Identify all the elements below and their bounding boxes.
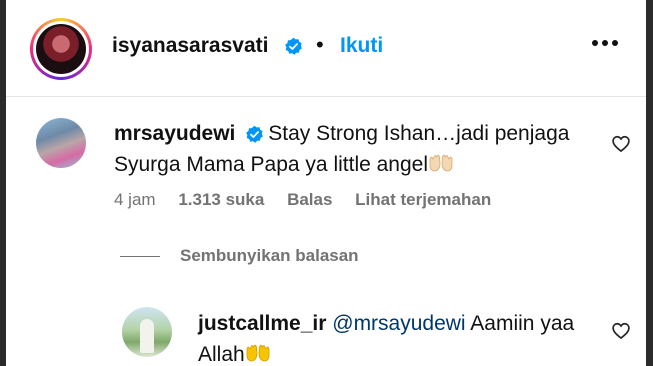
comment-panel: isyanasarasvati • Ikuti mrsayudewi Stay … — [6, 0, 646, 366]
reply-body: justcallme_ir @mrsayudewi Aamiin yaa All… — [198, 308, 608, 366]
comment-username[interactable]: mrsayudewi — [114, 122, 235, 145]
avatar — [36, 24, 86, 74]
see-translation-button[interactable]: Lihat terjemahan — [355, 190, 491, 209]
post-header: isyanasarasvati • Ikuti — [6, 0, 646, 97]
comment-like-count[interactable]: 1.313 suka — [178, 190, 264, 209]
separator-dot: • — [316, 32, 324, 57]
comment-meta: 4 jam 1.313 suka Balas Lihat terjemahan — [114, 190, 509, 210]
open-hands-emoji-icon — [246, 344, 270, 362]
like-heart-icon[interactable] — [611, 134, 631, 154]
comment-timestamp[interactable]: 4 jam — [114, 190, 156, 209]
more-options-icon[interactable] — [592, 40, 618, 48]
reply-mention[interactable]: @mrsayudewi — [332, 312, 465, 335]
post-author-username[interactable]: isyanasarasvati — [112, 34, 268, 58]
follow-button[interactable]: Ikuti — [340, 34, 383, 58]
story-ring[interactable] — [30, 18, 92, 80]
divider-line — [120, 256, 160, 258]
like-heart-icon[interactable] — [611, 321, 631, 341]
commenter-avatar[interactable] — [36, 118, 86, 168]
reply-username[interactable]: justcallme_ir — [198, 312, 326, 335]
verified-badge-icon — [285, 37, 302, 55]
reply-button[interactable]: Balas — [287, 190, 332, 209]
reply-avatar[interactable] — [122, 307, 172, 357]
hide-replies-label: Sembunyikan balasan — [180, 246, 359, 265]
verified-badge-icon — [246, 125, 264, 143]
hide-replies-button[interactable]: Sembunyikan balasan — [120, 246, 359, 266]
open-hands-emoji-icon — [429, 154, 453, 172]
comment-body: mrsayudewi Stay Strong Ishan…jadi penjag… — [114, 118, 574, 180]
